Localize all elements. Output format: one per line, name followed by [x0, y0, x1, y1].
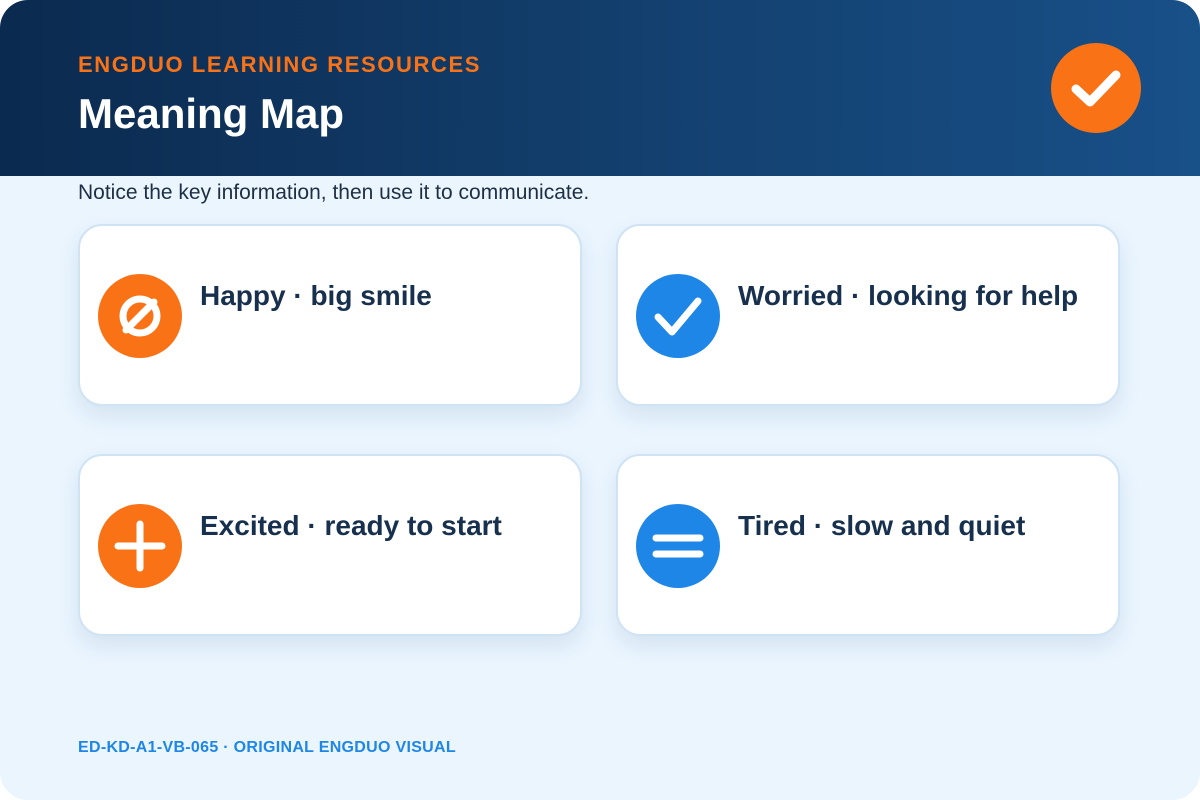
plus-icon [98, 504, 182, 588]
meaning-card-tired: Tired · slow and quiet [616, 454, 1120, 636]
check-icon [1051, 43, 1141, 133]
meaning-card-happy: Happy · big smile [78, 224, 582, 406]
page-title: Meaning Map [78, 90, 345, 137]
header-banner: ENGDUO LEARNING RESOURCES Meaning Map [0, 0, 1200, 176]
meaning-card-worried: Worried · looking for help [616, 224, 1120, 406]
card-label: Happy · big smile [200, 280, 432, 311]
equals-icon [636, 504, 720, 588]
card-label: Tired · slow and quiet [738, 510, 1026, 541]
empty-set-icon [98, 274, 182, 358]
footer-code: ED-KD-A1-VB-065 · ORIGINAL ENGDUO VISUAL [78, 739, 456, 756]
check-icon [636, 274, 720, 358]
brand-label: ENGDUO LEARNING RESOURCES [78, 52, 482, 77]
card-label: Excited · ready to start [200, 510, 502, 541]
meaning-card-excited: Excited · ready to start [78, 454, 582, 636]
card-label: Worried · looking for help [738, 280, 1079, 311]
page-frame: ENGDUO LEARNING RESOURCES Meaning Map No… [0, 0, 1200, 800]
instruction-text: Notice the key information, then use it … [78, 181, 590, 204]
